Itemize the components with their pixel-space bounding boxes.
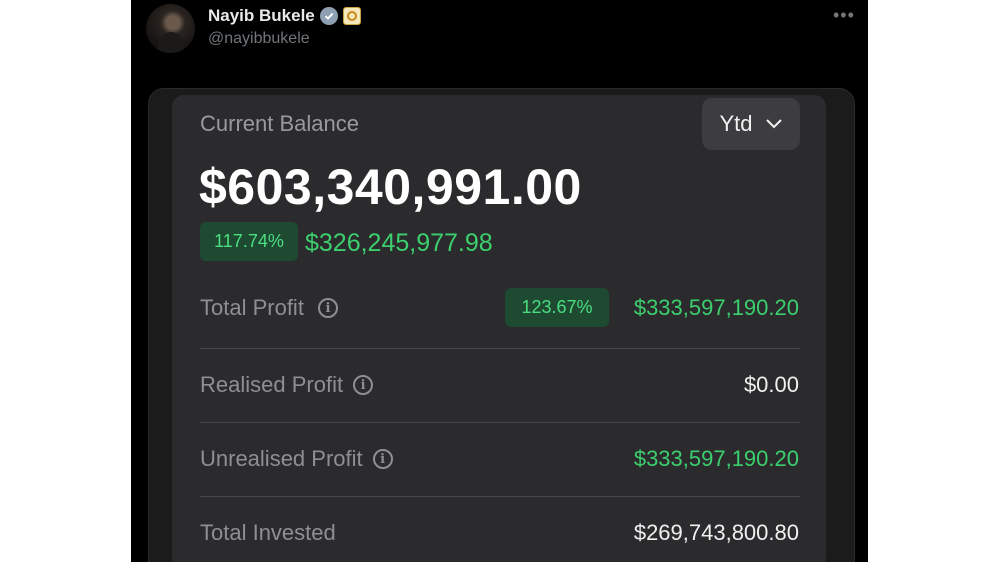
author-name-row: Nayib Bukele	[208, 5, 361, 27]
total-invested-label: Total Invested	[200, 520, 336, 545]
current-balance-value: $603,340,991.00	[199, 159, 582, 215]
unrealised-profit-label: Unrealised Profit	[200, 446, 363, 471]
verified-badge-icon[interactable]	[319, 7, 338, 25]
author-name[interactable]: Nayib Bukele	[208, 6, 315, 26]
total-profit-value: $333,597,190.20	[633, 295, 799, 320]
unrealised-profit-label-row: Unrealised Profit i	[200, 446, 393, 472]
period-dropdown-label: Ytd	[719, 111, 753, 136]
balance-change-percent-badge: 117.74%	[200, 222, 298, 261]
period-dropdown[interactable]: Ytd	[702, 98, 800, 150]
total-profit-percent-badge: 123.67%	[505, 288, 609, 327]
realised-profit-label-row: Realised Profit i	[200, 372, 374, 398]
unrealised-profit-value: $333,597,190.20	[633, 446, 799, 471]
tweet-container: Nayib Bukele @nayibbukele ••• Current Ba…	[131, 0, 868, 562]
author-handle[interactable]: @nayibbukele	[208, 30, 310, 48]
current-balance-label: Current Balance	[200, 111, 359, 136]
row-divider	[200, 422, 800, 423]
total-profit-label-row: Total Profit i	[200, 295, 338, 321]
info-icon[interactable]: i	[317, 298, 338, 318]
realised-profit-value: $0.00	[743, 372, 799, 397]
more-options-icon[interactable]: •••	[833, 5, 855, 26]
total-invested-label-row: Total Invested	[200, 520, 336, 546]
government-emblem-icon[interactable]	[342, 7, 361, 25]
info-icon[interactable]: i	[353, 375, 374, 395]
chevron-down-icon	[765, 119, 782, 129]
info-icon[interactable]: i	[372, 449, 393, 469]
total-invested-value: $269,743,800.80	[633, 520, 799, 545]
author-avatar[interactable]	[146, 4, 195, 53]
total-profit-label: Total Profit	[200, 295, 304, 320]
row-divider	[200, 348, 800, 349]
row-divider	[200, 496, 800, 497]
balance-change-value: $326,245,977.98	[305, 229, 493, 257]
realised-profit-label: Realised Profit	[200, 372, 344, 397]
portfolio-card: Current Balance Ytd $603,340,991.00 117.…	[172, 95, 826, 562]
